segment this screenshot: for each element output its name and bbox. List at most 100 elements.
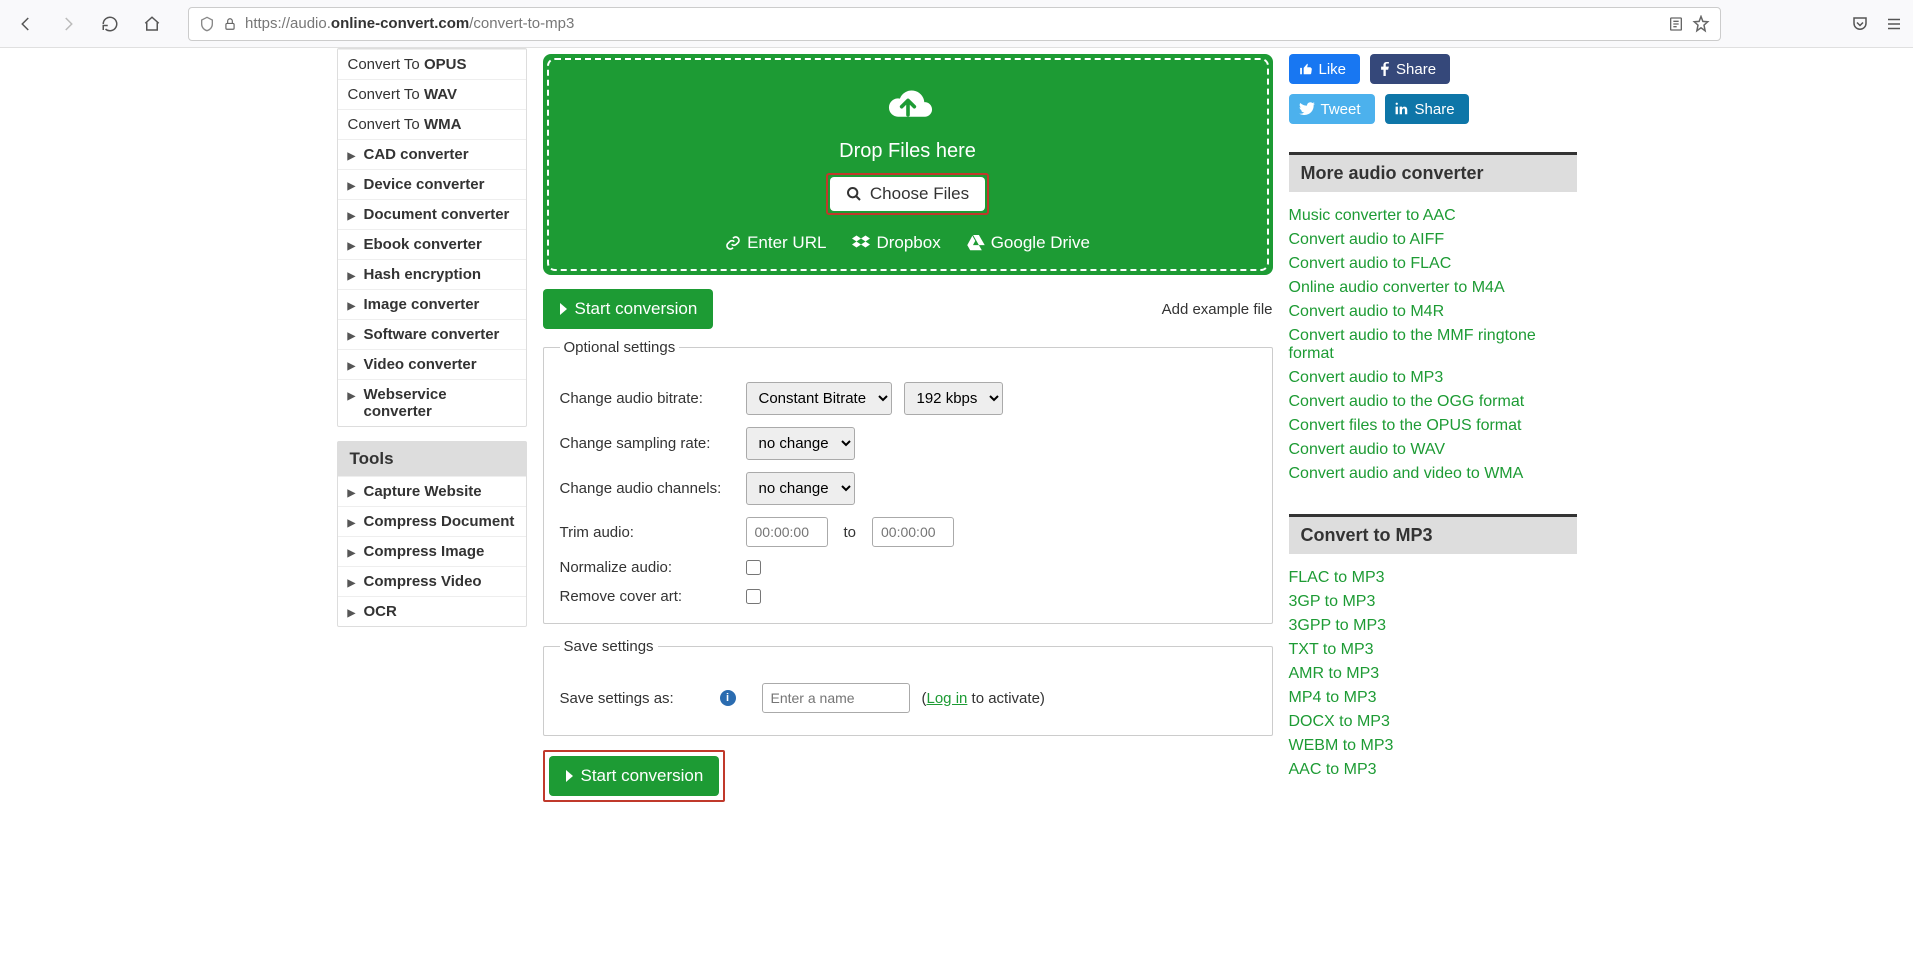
caret-icon: ▶ — [348, 271, 356, 282]
right-link[interactable]: Convert audio to MP3 — [1289, 366, 1577, 390]
thumbs-up-icon — [1299, 62, 1313, 76]
start-conversion-button-bottom[interactable]: Start conversion — [549, 756, 720, 796]
removecover-checkbox[interactable] — [746, 589, 761, 604]
bitrate-value-select[interactable]: 192 kbps — [904, 382, 1003, 415]
bookmark-star-icon[interactable] — [1692, 15, 1710, 33]
right-link[interactable]: AAC to MP3 — [1289, 758, 1577, 782]
lock-icon — [223, 17, 237, 31]
bitrate-mode-select[interactable]: Constant Bitrate — [746, 382, 892, 415]
caret-icon: ▶ — [348, 361, 356, 372]
sidebar-cat-video[interactable]: ▶Video converter — [338, 349, 526, 379]
chevron-right-icon — [565, 769, 575, 783]
linkedin-icon — [1395, 102, 1409, 116]
google-drive-icon — [967, 235, 985, 251]
choose-files-label: Choose Files — [870, 184, 969, 204]
save-label: Save settings as: — [560, 690, 708, 707]
right-link[interactable]: MP4 to MP3 — [1289, 686, 1577, 710]
login-link[interactable]: Log in — [927, 690, 968, 707]
bitrate-label: Change audio bitrate: — [560, 390, 734, 407]
sidebar-cat-image[interactable]: ▶Image converter — [338, 289, 526, 319]
menu-icon[interactable] — [1885, 15, 1903, 33]
pocket-icon[interactable] — [1851, 15, 1869, 33]
right-link[interactable]: Convert files to the OPUS format — [1289, 414, 1577, 438]
sidebar-convert-opus[interactable]: Convert To OPUS — [338, 49, 526, 79]
right-link[interactable]: Online audio converter to M4A — [1289, 276, 1577, 300]
normalize-checkbox[interactable] — [746, 560, 761, 575]
right-link[interactable]: TXT to MP3 — [1289, 638, 1577, 662]
gdrive-link[interactable]: Google Drive — [967, 233, 1090, 253]
sidebar-cat-hash[interactable]: ▶Hash encryption — [338, 259, 526, 289]
sidebar-tool-compress-img[interactable]: ▶Compress Image — [338, 536, 526, 566]
sidebar-tools-heading: Tools — [338, 442, 526, 476]
sidebar-cat-ebook[interactable]: ▶Ebook converter — [338, 229, 526, 259]
right-link[interactable]: Convert audio to the OGG format — [1289, 390, 1577, 414]
address-bar[interactable]: https://audio.online-convert.com/convert… — [188, 7, 1721, 41]
sidebar-tool-ocr[interactable]: ▶OCR — [338, 596, 526, 626]
sidebar-cat-device[interactable]: ▶Device converter — [338, 169, 526, 199]
caret-icon: ▶ — [348, 488, 356, 499]
trim-label: Trim audio: — [560, 524, 734, 541]
right-link[interactable]: Music converter to AAC — [1289, 204, 1577, 228]
right-link[interactable]: Convert audio and video to WMA — [1289, 462, 1577, 486]
right-link[interactable]: 3GPP to MP3 — [1289, 614, 1577, 638]
sidebar-tool-capture[interactable]: ▶Capture Website — [338, 476, 526, 506]
fb-like-button[interactable]: Like — [1289, 54, 1361, 84]
cloud-upload-icon — [879, 82, 937, 126]
dropbox-link[interactable]: Dropbox — [852, 233, 940, 253]
caret-icon: ▶ — [348, 548, 356, 559]
channels-label: Change audio channels: — [560, 480, 734, 497]
sidebar-cat-software[interactable]: ▶Software converter — [338, 319, 526, 349]
add-example-link[interactable]: Add example file — [1162, 301, 1273, 318]
twitter-icon — [1299, 102, 1315, 116]
forward-button[interactable] — [52, 8, 84, 40]
back-button[interactable] — [10, 8, 42, 40]
save-legend: Save settings — [560, 638, 658, 655]
right-link[interactable]: Convert audio to FLAC — [1289, 252, 1577, 276]
choose-files-button[interactable]: Choose Files — [830, 177, 985, 211]
url-text: https://audio.online-convert.com/convert… — [245, 15, 574, 32]
sidebar-cat-cad[interactable]: ▶CAD converter — [338, 139, 526, 169]
sidebar: Convert To OPUS Convert To WAV Convert T… — [337, 48, 527, 933]
more-converters-heading: More audio converter — [1289, 152, 1577, 192]
channels-select[interactable]: no change — [746, 472, 855, 505]
sampling-select[interactable]: no change — [746, 427, 855, 460]
reader-icon[interactable] — [1668, 16, 1684, 32]
enter-url-link[interactable]: Enter URL — [725, 233, 826, 253]
right-link[interactable]: AMR to MP3 — [1289, 662, 1577, 686]
right-link[interactable]: DOCX to MP3 — [1289, 710, 1577, 734]
caret-icon: ▶ — [348, 211, 356, 222]
right-link[interactable]: WEBM to MP3 — [1289, 734, 1577, 758]
right-link[interactable]: Convert audio to M4R — [1289, 300, 1577, 324]
sidebar-tool-compress-doc[interactable]: ▶Compress Document — [338, 506, 526, 536]
caret-icon: ▶ — [348, 578, 356, 589]
optional-legend: Optional settings — [560, 339, 680, 356]
linkedin-share-button[interactable]: Share — [1385, 94, 1469, 124]
sidebar-cat-webservice[interactable]: ▶Webservice converter — [338, 379, 526, 426]
sidebar-tool-compress-vid[interactable]: ▶Compress Video — [338, 566, 526, 596]
caret-icon: ▶ — [348, 151, 356, 162]
drop-label: Drop Files here — [559, 140, 1257, 163]
sidebar-convert-wav[interactable]: Convert To WAV — [338, 79, 526, 109]
tweet-button[interactable]: Tweet — [1289, 94, 1375, 124]
reload-button[interactable] — [94, 8, 126, 40]
trim-start-input[interactable] — [746, 517, 828, 547]
info-icon[interactable]: i — [720, 690, 736, 706]
dropzone[interactable]: Drop Files here Choose Files Enter URL D… — [547, 58, 1269, 271]
home-button[interactable] — [136, 8, 168, 40]
search-icon — [846, 186, 862, 202]
start-conversion-button-top[interactable]: Start conversion — [543, 289, 714, 329]
right-link[interactable]: Convert audio to AIFF — [1289, 228, 1577, 252]
link-icon — [725, 235, 741, 251]
sidebar-convert-wma[interactable]: Convert To WMA — [338, 109, 526, 139]
right-link[interactable]: FLAC to MP3 — [1289, 566, 1577, 590]
save-name-input[interactable] — [762, 683, 910, 713]
fb-share-button[interactable]: Share — [1370, 54, 1450, 84]
caret-icon: ▶ — [348, 518, 356, 529]
trim-end-input[interactable] — [872, 517, 954, 547]
sidebar-cat-document[interactable]: ▶Document converter — [338, 199, 526, 229]
right-link[interactable]: Convert audio to the MMF ringtone format — [1289, 324, 1577, 366]
right-link[interactable]: Convert audio to WAV — [1289, 438, 1577, 462]
sampling-label: Change sampling rate: — [560, 435, 734, 452]
save-activate-text: (Log in to activate) — [922, 690, 1045, 707]
right-link[interactable]: 3GP to MP3 — [1289, 590, 1577, 614]
